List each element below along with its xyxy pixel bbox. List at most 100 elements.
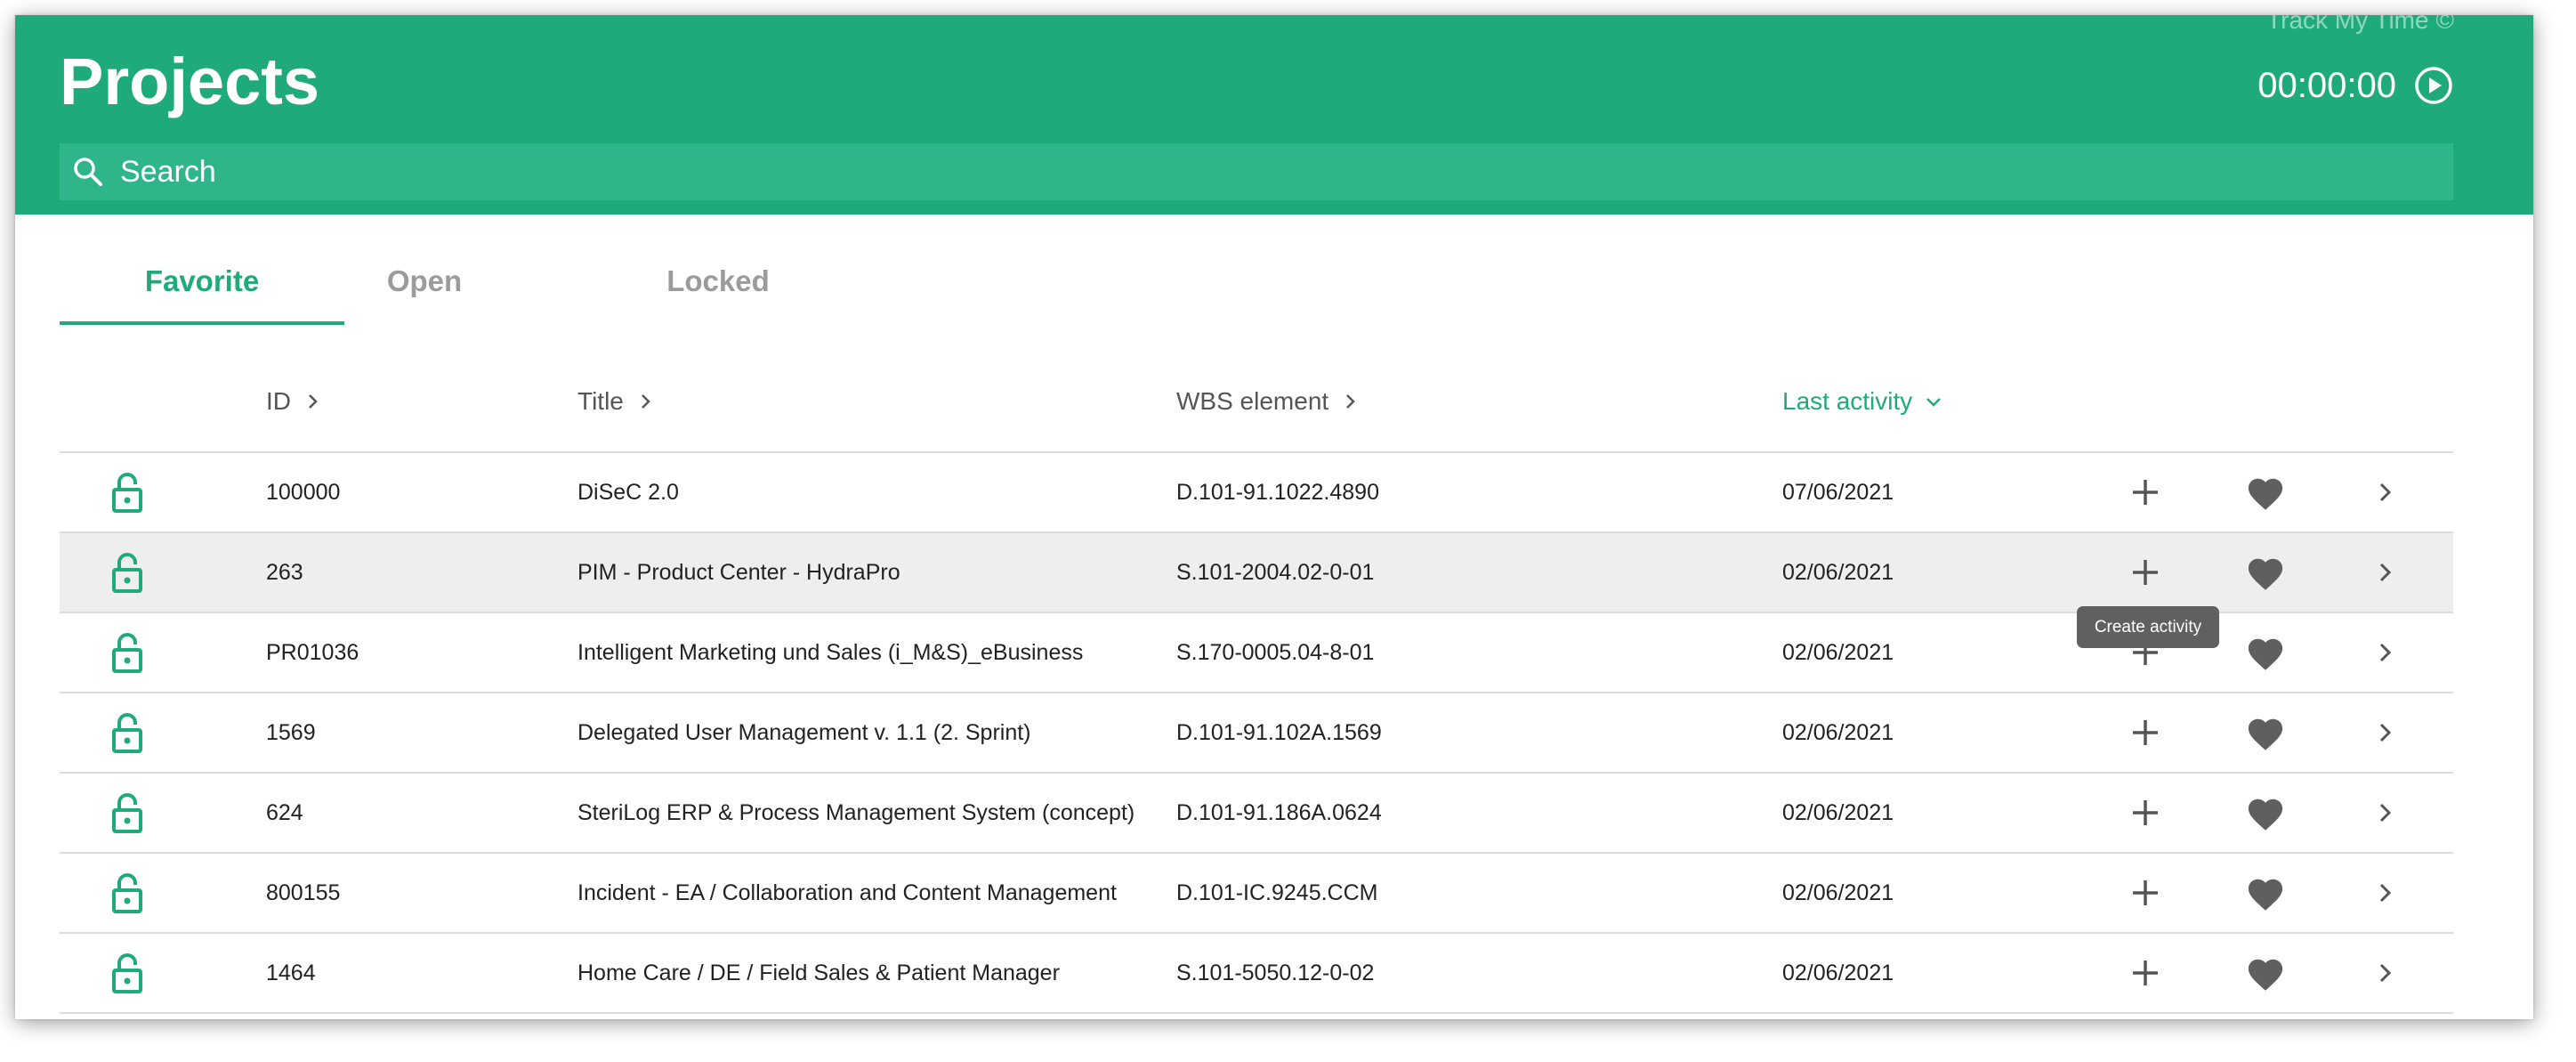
plus-icon [2133,720,2158,745]
lock-cell [106,774,149,852]
tab-open[interactable]: Open [344,238,505,325]
projects-table: ID Title WBS element Last activity 10000… [60,352,2453,1014]
cell-wbs: D.101-IC.9245.CCM [1176,880,1378,905]
lock-cell [106,693,149,772]
favorite-button[interactable] [2239,453,2292,531]
app-name: Track My Time © [2266,15,2454,34]
favorite-button[interactable] [2239,693,2292,772]
cell-id: 1569 [266,719,316,745]
column-header-wbs-label: WBS element [1176,387,1329,415]
search-bar[interactable] [60,143,2453,200]
search-icon [74,158,102,186]
tab-favorite[interactable]: Favorite [60,238,344,325]
plus-icon [2133,961,2158,985]
table-row[interactable]: 1464 Home Care / DE / Field Sales & Pati… [60,934,2453,1014]
cell-id: PR01036 [266,639,359,665]
chevron-right-icon [2379,723,2392,742]
chevron-right-icon [1346,394,1355,409]
heart-icon [2248,558,2283,590]
header: Track My Time © Projects 00:00:00 [15,15,2533,215]
create-activity-button[interactable] [2119,693,2172,772]
cell-wbs: S.101-5050.12-0-02 [1176,960,1375,985]
column-header-title-label: Title [577,387,624,415]
open-project-button[interactable] [2359,774,2412,852]
heart-icon [2248,959,2283,991]
heart-icon [2248,799,2283,831]
unlock-icon [112,873,142,913]
unlock-icon [112,633,142,673]
open-project-button[interactable] [2359,613,2412,692]
chevron-right-icon [641,394,650,409]
create-activity-button[interactable] [2119,934,2172,1012]
create-activity-button[interactable] [2119,854,2172,932]
cell-wbs: S.170-0005.04-8-01 [1176,639,1375,665]
lock-cell [106,453,149,531]
favorite-button[interactable] [2239,774,2292,852]
favorite-button[interactable] [2239,854,2292,932]
column-header-title[interactable]: Title [577,352,654,451]
table-row[interactable]: 1569 Delegated User Management v. 1.1 (2… [60,693,2453,774]
table-row[interactable]: 800155 Incident - EA / Collaboration and… [60,854,2453,934]
open-project-button[interactable] [2359,934,2412,1012]
cell-last-activity: 02/06/2021 [1782,639,1894,665]
chevron-down-icon [1926,398,1942,407]
table-row[interactable]: 100000 DiSeC 2.0 D.101-91.1022.4890 07/0… [60,453,2453,533]
open-project-button[interactable] [2359,693,2412,772]
cell-title: Delegated User Management v. 1.1 (2. Spr… [577,719,1031,745]
cell-title: SteriLog ERP & Process Management System… [577,799,1135,825]
create-activity-button[interactable] [2119,774,2172,852]
open-project-button[interactable] [2359,854,2412,932]
lock-cell [106,533,149,612]
search-input[interactable] [118,144,2453,199]
column-header-wbs[interactable]: WBS element [1176,352,1359,451]
chevron-right-icon [2379,563,2392,582]
unlock-icon [112,713,142,753]
table-row[interactable]: 263 PIM - Product Center - HydraPro S.10… [60,533,2453,613]
chevron-right-icon [2379,963,2392,983]
lock-cell [106,934,149,1012]
heart-icon [2248,879,2283,911]
cell-id: 263 [266,559,303,585]
unlock-icon [112,553,142,593]
cell-wbs: S.101-2004.02-0-01 [1176,559,1375,585]
plus-icon [2133,880,2158,905]
timer: 00:00:00 [2257,61,2453,109]
table-row[interactable]: 624 SteriLog ERP & Process Management Sy… [60,774,2453,854]
column-header-id-label: ID [266,387,291,415]
column-header-last-activity[interactable]: Last activity [1782,352,1942,451]
play-circle-icon[interactable] [2414,66,2453,105]
cell-title: PIM - Product Center - HydraPro [577,559,900,585]
cell-title: Home Care / DE / Field Sales & Patient M… [577,960,1060,985]
favorite-button[interactable] [2239,934,2292,1012]
tab-locked[interactable]: Locked [625,238,812,325]
cell-last-activity: 02/06/2021 [1782,960,1894,985]
column-header-id[interactable]: ID [266,352,321,451]
cell-title: Incident - EA / Collaboration and Conten… [577,880,1117,905]
cell-wbs: D.101-91.1022.4890 [1176,479,1379,505]
cell-id: 624 [266,799,303,825]
tab-bar: Favorite Open Locked [60,238,860,325]
create-activity-button[interactable] [2119,533,2172,612]
chevron-right-icon [309,394,318,409]
table-body: 100000 DiSeC 2.0 D.101-91.1022.4890 07/0… [60,453,2453,1014]
cell-last-activity: 02/06/2021 [1782,880,1894,905]
active-tab-indicator [60,321,344,325]
favorite-button[interactable] [2239,613,2292,692]
timer-value: 00:00:00 [2257,65,2396,105]
create-activity-button[interactable] [2119,453,2172,531]
lock-cell [106,854,149,932]
heart-icon [2248,478,2283,510]
unlock-icon [112,953,142,993]
open-project-button[interactable] [2359,453,2412,531]
favorite-button[interactable] [2239,533,2292,612]
page-title: Projects [60,45,320,118]
chevron-right-icon [2379,643,2392,662]
cell-last-activity: 02/06/2021 [1782,799,1894,825]
cell-last-activity: 07/06/2021 [1782,479,1894,505]
cell-last-activity: 02/06/2021 [1782,719,1894,745]
chevron-right-icon [2379,482,2392,502]
open-project-button[interactable] [2359,533,2412,612]
chevron-right-icon [2379,803,2392,823]
column-header-last-activity-label: Last activity [1782,387,1913,415]
heart-icon [2248,718,2283,750]
